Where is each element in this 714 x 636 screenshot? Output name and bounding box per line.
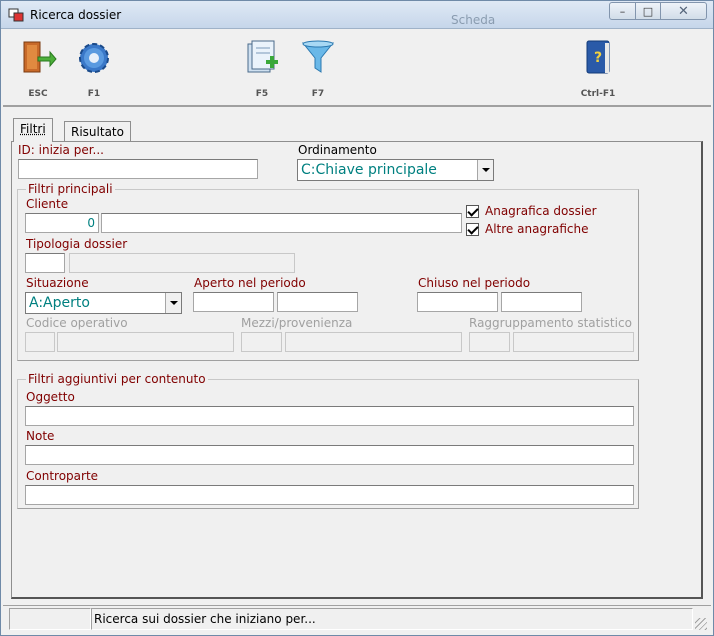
toolbar: ESC F1 F5 F7 ? Ctrl-F1 (3, 30, 711, 107)
situazione-label: Situazione (26, 276, 89, 290)
checkbox-checked-icon[interactable] (466, 204, 479, 218)
chiuso-label: Chiuso nel periodo (418, 276, 531, 290)
exit-door-icon (23, 41, 57, 73)
ordinamento-value: C:Chiave principale (301, 162, 437, 178)
id-label: ID: inizia per... (18, 143, 104, 157)
content-area: Filtri Risultato ID: inizia per... Ordin… (3, 109, 711, 605)
close-button[interactable]: ✕ (660, 2, 707, 20)
controparte-input[interactable] (25, 485, 634, 505)
altre-anagrafiche-label: Altre anagrafiche (485, 222, 589, 236)
f5-button[interactable]: F5 (237, 38, 287, 100)
tab-risultato-label: Risultato (71, 125, 124, 139)
cliente-code-input[interactable]: 0 (25, 213, 99, 233)
raggruppamento-desc-input (513, 332, 634, 352)
mezzi-code-input (241, 332, 282, 352)
chiuso-from-input[interactable] (417, 292, 498, 312)
situazione-value: A:Aperto (29, 295, 90, 311)
f7-button[interactable]: F7 (293, 38, 343, 100)
oggetto-label: Oggetto (26, 390, 75, 404)
esc-button[interactable]: ESC (13, 38, 63, 100)
note-input[interactable] (25, 445, 634, 465)
filter-funnel-icon (301, 40, 335, 73)
controparte-label: Controparte (26, 469, 99, 483)
tipologia-label: Tipologia dossier (26, 237, 128, 251)
mezzi-desc-input (285, 332, 462, 352)
ctrl-f1-label: Ctrl-F1 (580, 89, 616, 99)
f1-button[interactable]: F1 (69, 38, 119, 100)
f7-label: F7 (311, 89, 325, 99)
app-icon (8, 8, 24, 22)
codice-operativo-code-input (25, 332, 55, 352)
gear-icon (79, 43, 109, 73)
altre-anagrafiche-checkbox[interactable]: Altre anagrafiche (466, 222, 588, 236)
esc-label: ESC (28, 89, 48, 99)
f5-label: F5 (255, 89, 269, 99)
maximize-button[interactable]: □ (635, 2, 661, 20)
raggruppamento-code-input (469, 332, 510, 352)
svg-text:?: ? (594, 50, 602, 66)
f1-label: F1 (87, 89, 101, 99)
window-controls: – □ ✕ (609, 2, 707, 20)
filtri-principali-title: Filtri principali (26, 182, 115, 196)
oggetto-input[interactable] (25, 406, 634, 426)
tab-filtri[interactable]: Filtri (13, 118, 53, 142)
ctrl-f1-button[interactable]: ? Ctrl-F1 (573, 38, 623, 100)
status-message: Ricerca sui dossier che iniziano per... (91, 608, 693, 630)
background-window-text: Scheda (451, 13, 496, 27)
chevron-down-icon[interactable] (165, 293, 181, 313)
mezzi-label: Mezzi/provenienza (241, 316, 353, 330)
status-cell-empty (9, 608, 91, 630)
title-bar[interactable]: Ricerca dossier Scheda – □ ✕ (1, 1, 713, 29)
window-title: Ricerca dossier (30, 8, 122, 22)
status-bar: Ricerca sui dossier che iniziano per... (3, 605, 711, 633)
resize-grip-icon[interactable] (695, 618, 707, 630)
help-book-icon: ? (586, 40, 610, 74)
checkbox-checked-icon[interactable] (466, 222, 479, 236)
filtri-aggiuntivi-title: Filtri aggiuntivi per contenuto (26, 372, 208, 386)
ordinamento-select[interactable]: C:Chiave principale (297, 159, 494, 181)
chiuso-to-input[interactable] (501, 292, 582, 312)
anagrafica-dossier-label: Anagrafica dossier (485, 204, 597, 218)
new-document-icon (247, 40, 278, 73)
tipologia-desc-input (69, 253, 295, 273)
tab-risultato[interactable]: Risultato (64, 121, 131, 141)
tipologia-code-input[interactable] (25, 253, 65, 273)
ordinamento-label: Ordinamento (298, 143, 377, 157)
aperto-label: Aperto nel periodo (194, 276, 306, 290)
aperto-to-input[interactable] (277, 292, 358, 312)
minimize-button[interactable]: – (609, 2, 636, 20)
id-input[interactable] (18, 159, 258, 179)
ricerca-dossier-window: Ricerca dossier Scheda – □ ✕ ESC F1 F5 F… (0, 0, 714, 636)
codice-operativo-label: Codice operativo (26, 316, 128, 330)
note-label: Note (26, 429, 55, 443)
codice-operativo-desc-input (57, 332, 234, 352)
cliente-name-input[interactable] (101, 213, 462, 233)
cliente-label: Cliente (26, 197, 69, 211)
aperto-from-input[interactable] (193, 292, 274, 312)
raggruppamento-label: Raggruppamento statistico (469, 316, 632, 330)
filtri-panel: ID: inizia per... Ordinamento C:Chiave p… (11, 141, 703, 599)
tab-filtri-label: Filtri (20, 122, 46, 136)
chevron-down-icon[interactable] (477, 160, 493, 180)
anagrafica-dossier-checkbox[interactable]: Anagrafica dossier (466, 204, 597, 218)
situazione-select[interactable]: A:Aperto (25, 292, 182, 314)
